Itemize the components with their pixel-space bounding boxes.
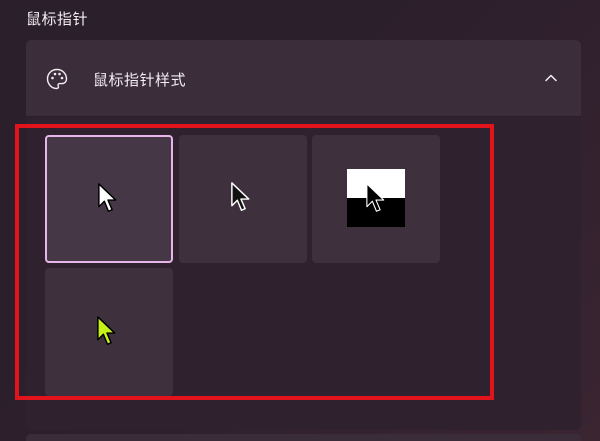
next-card-edge	[26, 434, 581, 441]
pointer-style-custom-tile[interactable]	[45, 268, 173, 396]
pointer-style-white-tile[interactable]	[45, 135, 173, 263]
mouse-pointer-style-card: 鼠标指针样式	[26, 40, 581, 430]
section-title: 鼠标指针	[26, 10, 89, 28]
mouse-pointer-style-header[interactable]: 鼠标指针样式	[26, 40, 581, 117]
palette-icon	[46, 68, 68, 90]
pointer-style-options	[26, 117, 581, 430]
pointer-style-black-tile[interactable]	[179, 135, 307, 263]
lime-cursor-icon	[97, 316, 116, 345]
black-cursor-icon	[231, 182, 250, 211]
inverted-cursor-icon	[366, 183, 385, 212]
white-cursor-icon	[98, 183, 117, 212]
mouse-pointer-style-label: 鼠标指针样式	[93, 71, 187, 89]
pointer-style-inverted-tile[interactable]	[312, 135, 440, 263]
chevron-up-icon[interactable]	[544, 71, 558, 85]
